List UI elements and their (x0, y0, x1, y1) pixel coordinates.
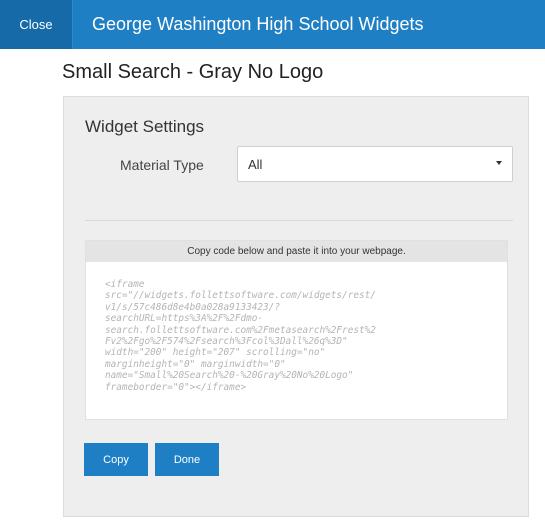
material-type-label: Material Type (120, 157, 204, 173)
code-instructions: Copy code below and paste it into your w… (86, 241, 507, 262)
close-button[interactable]: Close (0, 0, 73, 49)
embed-code-box: Copy code below and paste it into your w… (85, 240, 508, 420)
done-button[interactable]: Done (155, 443, 219, 476)
top-bar: Close George Washington High School Widg… (0, 0, 545, 49)
divider (85, 220, 513, 221)
embed-code-textarea[interactable]: <iframe src="//widgets.follettsoftware.c… (105, 279, 503, 393)
material-type-select[interactable]: All (237, 146, 513, 182)
material-type-value: All (248, 156, 263, 172)
caret-down-icon (496, 161, 502, 165)
section-title: Widget Settings (85, 117, 205, 136)
copy-button[interactable]: Copy (84, 443, 148, 476)
app-title: George Washington High School Widgets (92, 14, 424, 34)
dialog-title: Small Search - Gray No Logo (62, 61, 324, 83)
widget-settings-panel: Widget Settings Material Type All Copy c… (63, 96, 529, 517)
